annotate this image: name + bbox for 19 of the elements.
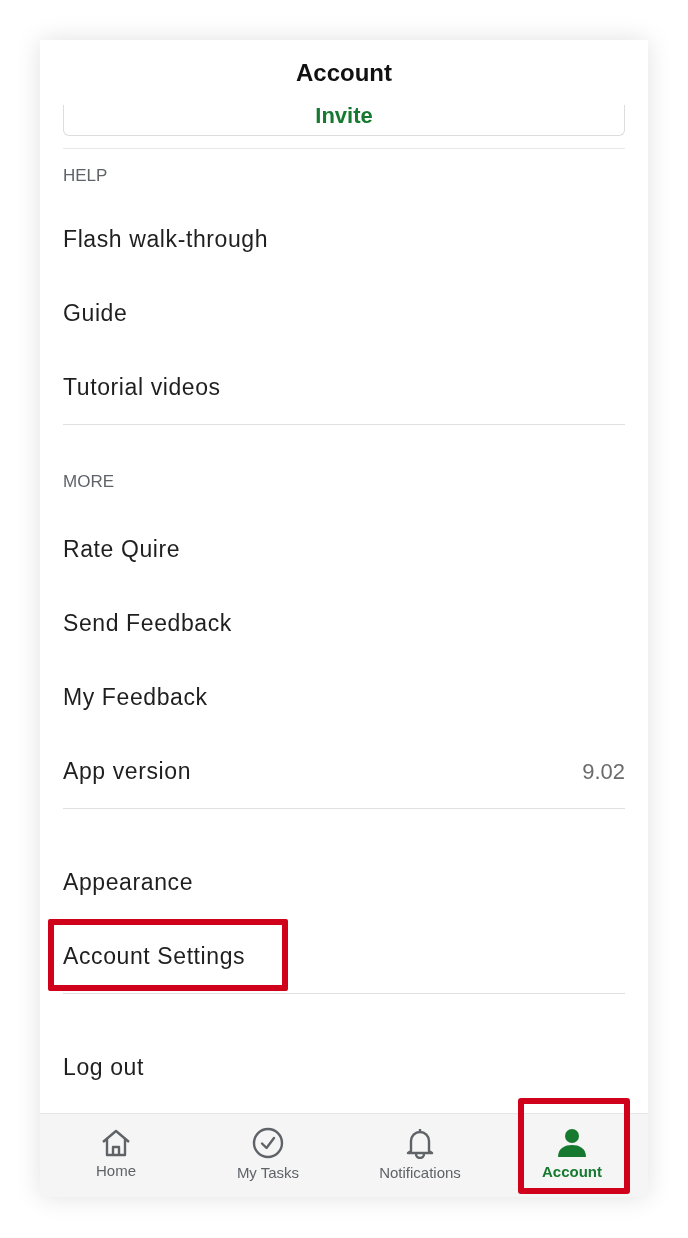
- version-number: 9.02: [582, 757, 625, 786]
- invite-button[interactable]: Invite: [63, 105, 625, 136]
- menu-item[interactable]: Send Feedback: [63, 605, 232, 641]
- menu-item[interactable]: Log out: [63, 1049, 144, 1085]
- nav-tab[interactable]: Account: [542, 1127, 602, 1184]
- menu-item[interactable]: My Feedback: [63, 679, 208, 715]
- menu-item[interactable]: App version: [63, 753, 192, 789]
- nav-tab[interactable]: Notifications: [379, 1126, 461, 1185]
- nav-tab[interactable]: My Tasks: [236, 1126, 300, 1185]
- page-title: Account: [296, 57, 392, 88]
- nav-tab[interactable]: Home: [96, 1128, 136, 1183]
- menu-item[interactable]: Account Settings: [63, 938, 246, 974]
- section-heading: HELP: [63, 164, 108, 187]
- menu-item[interactable]: Flash walk-through: [63, 221, 269, 257]
- menu-item[interactable]: Rate Quire: [63, 531, 181, 567]
- menu-item[interactable]: Tutorial videos: [63, 369, 221, 405]
- section-heading: MORE: [63, 470, 114, 493]
- menu-item[interactable]: Guide: [63, 295, 128, 331]
- menu-item[interactable]: Appearance: [63, 864, 194, 900]
